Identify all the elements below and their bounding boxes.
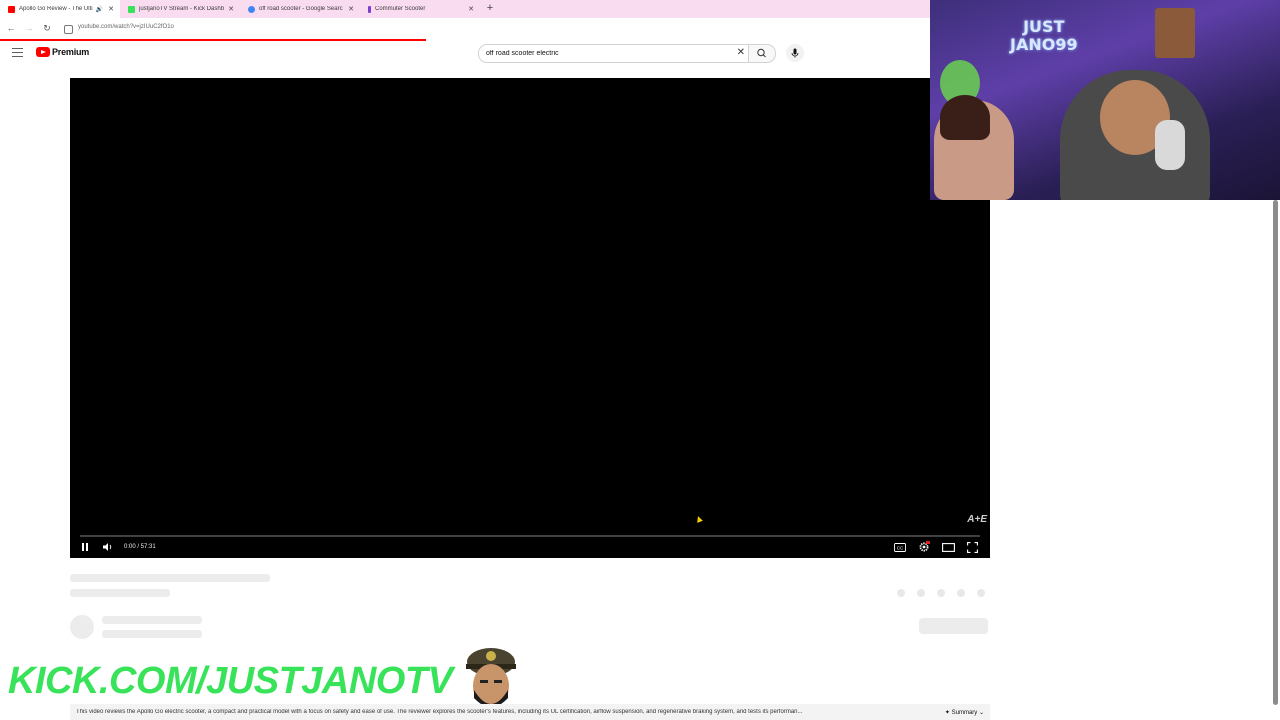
logo-text: Premium	[52, 47, 90, 57]
browser-tab-4[interactable]: Commuter Scooter ✕	[360, 0, 480, 18]
channel-name-skeleton	[102, 616, 202, 624]
address-bar-row: ← → ↻ youtube.com/watch?v=jzIUuC2fO1o	[0, 18, 930, 40]
settings-gear-icon[interactable]	[918, 541, 930, 553]
google-favicon-icon	[248, 5, 255, 13]
video-player[interactable]: A+E 0:00 / 57:31 CC	[70, 78, 990, 558]
channel-watermark[interactable]: A+E	[967, 514, 987, 525]
volume-icon[interactable]	[102, 542, 114, 552]
youtube-favicon-icon	[8, 5, 15, 13]
browser-tab-strip: Apollo Go Review - The Ulti 🔊 ✕ justjano…	[0, 0, 930, 18]
svg-text:CC: CC	[897, 545, 904, 550]
ai-summary-bar[interactable]: This video reviews the Apollo Go electri…	[70, 704, 990, 720]
forward-icon[interactable]: →	[23, 23, 35, 33]
tab-title: off road scooter - Google Searc	[259, 6, 343, 12]
youtube-play-icon	[36, 47, 50, 57]
page-favicon-icon	[368, 5, 371, 13]
webcam-sign-line-2: JANO99	[1010, 35, 1078, 54]
action-skeleton-dot	[917, 589, 925, 597]
hamburger-menu-icon[interactable]	[12, 48, 23, 58]
url-field[interactable]: youtube.com/watch?v=jzIUuC2fO1o	[78, 24, 174, 30]
title-skeleton	[70, 574, 270, 582]
player-controls-right: CC	[894, 541, 978, 553]
search-input[interactable]	[486, 45, 726, 62]
kick-favicon-icon	[128, 5, 135, 13]
close-tab-icon[interactable]: ✕	[466, 5, 476, 13]
browser-tab-3[interactable]: off road scooter - Google Searc ✕	[240, 0, 360, 18]
microphone	[1155, 120, 1185, 170]
fullscreen-icon[interactable]	[967, 541, 978, 553]
streamer-avatar	[466, 648, 516, 708]
channel-avatar-skeleton	[70, 615, 94, 639]
back-icon[interactable]: ←	[5, 23, 17, 33]
browser-tab-2[interactable]: justjanoTV Stream - Kick Dashb ✕	[120, 0, 240, 18]
close-tab-icon[interactable]: ✕	[346, 5, 356, 13]
tab-title: justjanoTV Stream - Kick Dashb	[139, 6, 225, 12]
page-load-progress	[0, 39, 426, 41]
tab-title: Apollo Go Review - The Ulti	[19, 6, 93, 12]
action-skeleton-dot	[937, 589, 945, 597]
voice-search-button[interactable]	[786, 44, 804, 62]
close-tab-icon[interactable]: ✕	[226, 5, 236, 13]
youtube-premium-logo[interactable]: Premium	[36, 47, 89, 57]
time-display: 0:00 / 57:31	[124, 544, 156, 550]
closed-captions-icon[interactable]: CC	[894, 542, 906, 552]
page-scrollbar[interactable]	[1273, 200, 1278, 705]
microphone-icon	[791, 48, 799, 58]
new-tab-icon[interactable]: +	[484, 2, 496, 14]
webcam-sign-line-1: JUST	[1023, 17, 1065, 36]
action-skeleton-dot	[977, 589, 985, 597]
browser-tab-1[interactable]: Apollo Go Review - The Ulti 🔊 ✕	[0, 0, 120, 18]
channel-subs-skeleton	[102, 630, 202, 638]
webcam-sign: JUST JANO99	[1010, 18, 1078, 54]
hair	[940, 95, 990, 140]
close-tab-icon[interactable]: ✕	[106, 5, 116, 13]
webcam-overlay: JUST JANO99	[930, 0, 1280, 200]
action-skeleton-dot	[897, 589, 905, 597]
subtitle-skeleton	[70, 589, 170, 597]
search-icon	[757, 48, 766, 58]
summary-button[interactable]: ✦ Summary ⌄	[945, 709, 984, 716]
action-skeleton-dot	[957, 589, 965, 597]
subscribe-button-skeleton	[919, 618, 988, 634]
player-controls-left: 0:00 / 57:31	[82, 542, 156, 552]
kick-banner: KICK.COM/JUSTJANOTV	[8, 660, 453, 702]
search-button[interactable]	[748, 44, 776, 63]
pause-icon[interactable]	[82, 543, 88, 551]
summary-button-label: Summary	[951, 709, 978, 716]
theater-mode-icon[interactable]	[942, 542, 955, 552]
site-info-icon[interactable]	[64, 25, 73, 34]
audio-playing-icon[interactable]: 🔊	[96, 6, 103, 13]
clear-search-icon[interactable]: ✕	[737, 47, 745, 58]
reload-icon[interactable]: ↻	[41, 23, 53, 34]
wall-frame	[1155, 8, 1195, 58]
search-box: ✕	[478, 44, 749, 63]
progress-bar[interactable]	[80, 535, 980, 537]
summary-text: This video reviews the Apollo Go electri…	[76, 709, 803, 715]
tab-title: Commuter Scooter	[375, 6, 426, 12]
